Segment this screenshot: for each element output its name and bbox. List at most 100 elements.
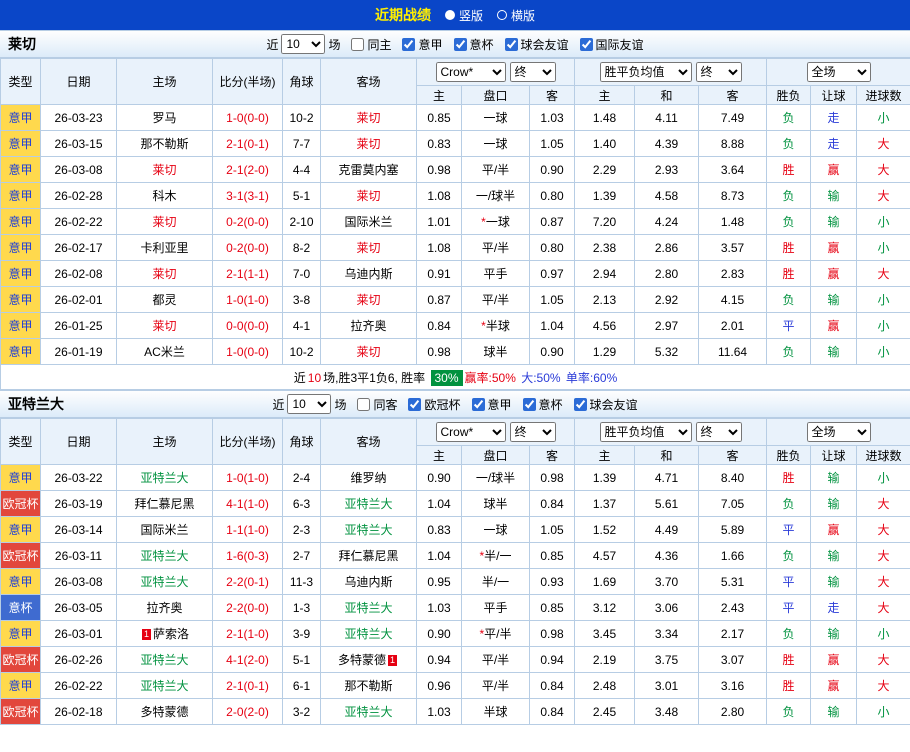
home-handicap-odds-cell: 0.85 [416, 104, 462, 131]
filter-checkbox[interactable] [522, 397, 536, 411]
corners-cell: 2-3 [282, 516, 321, 543]
sub-column-header: 盘口 [461, 445, 530, 465]
score-cell: 0-2(0-0) [212, 208, 283, 235]
match-row: 意甲 26-03-14 国际米兰 1-1(1-0) 2-3 亚特兰大 0.83 一球 1.05 1… [0, 516, 910, 543]
league-cell: 意甲 [0, 104, 41, 131]
scope-select[interactable]: 全场 [806, 422, 871, 442]
result-overunder-cell: 小 [856, 620, 910, 647]
filter-option[interactable]: 欧冠杯 [408, 396, 461, 413]
home-handicap-odds-cell: 1.08 [416, 234, 462, 261]
filter-checkbox[interactable] [402, 37, 416, 51]
filter-option[interactable]: 同客 [357, 396, 397, 413]
home-handicap-odds-cell: 0.83 [416, 130, 462, 157]
away-win-odds-cell: 11.64 [698, 338, 768, 365]
handicap-line-cell: *平/半 [461, 620, 530, 647]
draw-odds-cell: 2.86 [634, 234, 700, 261]
wdl-average-select[interactable]: 胜平负均值 [599, 422, 692, 442]
filter-option[interactable]: 意杯 [453, 36, 494, 53]
league-cell: 意甲 [0, 260, 41, 287]
match-count-select[interactable]: 10 [287, 394, 332, 414]
handicap-text: 平/半 [484, 627, 512, 641]
date-cell: 26-02-18 [40, 698, 117, 725]
radio-icon[interactable] [497, 10, 507, 20]
handicap-line-cell: *半球 [461, 312, 530, 339]
sub-column-header: 进球数 [856, 85, 910, 105]
wdl-average-select[interactable]: 胜平负均值 [599, 62, 692, 82]
sub-column-header: 胜负 [766, 85, 812, 105]
league-cell: 意甲 [0, 620, 41, 647]
odds-stage-select[interactable]: 终 [509, 62, 556, 82]
filter-checkbox[interactable] [579, 37, 593, 51]
home-win-odds-cell: 2.19 [574, 646, 636, 673]
bookmaker-select[interactable]: Crow* [435, 62, 506, 82]
radio-icon[interactable] [444, 10, 455, 20]
column-header: 比分(半场) [212, 418, 283, 465]
radio-horizontal-layout[interactable]: 横版 [497, 7, 535, 24]
scope-select[interactable]: 全场 [806, 62, 871, 82]
filter-checkbox[interactable] [573, 397, 587, 411]
bookmaker-select[interactable]: Crow* [435, 422, 506, 442]
home-win-odds-cell: 1.52 [574, 516, 636, 543]
league-cell: 欧冠杯 [0, 698, 41, 725]
league-cell: 意甲 [0, 338, 41, 365]
wdl-stage-select[interactable]: 终 [695, 422, 742, 442]
filter-label: 同客 [373, 397, 398, 412]
home-handicap-odds-cell: 1.03 [416, 594, 462, 621]
corners-cell: 3-9 [282, 620, 321, 647]
match-count-select[interactable]: 10 [281, 34, 326, 54]
filter-option[interactable]: 国际友谊 [579, 36, 644, 53]
home-win-odds-cell: 3.12 [574, 594, 636, 621]
result-handicap-cell: 输 [810, 698, 858, 725]
match-row: 意甲 26-03-08 亚特兰大 2-2(0-1) 11-3 乌迪内斯 0.95 半/一 0.9… [0, 568, 910, 595]
radio-vertical-layout[interactable]: 竖版 [444, 7, 483, 24]
home-win-odds-cell: 1.39 [574, 182, 636, 209]
match-row: 意甲 26-02-17 卡利亚里 0-2(0-0) 8-2 莱切 1.08 平/半 0.80 2.… [0, 234, 910, 261]
summary-text: 近 [293, 370, 306, 385]
team-label: 克雷莫内塞 [338, 163, 399, 177]
filter-option[interactable]: 意甲 [471, 396, 512, 413]
away-handicap-odds-cell: 0.85 [528, 542, 576, 569]
sub-column-header: 主 [574, 445, 636, 465]
filter-checkbox[interactable] [408, 397, 422, 411]
filter-option[interactable]: 意杯 [522, 396, 563, 413]
sub-column-header: 主 [416, 85, 462, 105]
match-row: 意甲 26-02-22 亚特兰大 2-1(0-1) 6-1 那不勒斯 0.96 平/半 0.84… [0, 672, 910, 699]
column-header: 日期 [40, 418, 117, 465]
draw-odds-cell: 3.01 [634, 672, 700, 699]
win-rate-badge: 30% [430, 369, 463, 386]
draw-odds-cell: 3.34 [634, 620, 700, 647]
away-handicap-odds-cell: 1.03 [528, 104, 576, 131]
team-label: 罗马 [152, 111, 177, 125]
corners-cell: 10-2 [282, 338, 321, 365]
away-win-odds-cell: 2.17 [698, 620, 768, 647]
filter-option[interactable]: 意甲 [402, 36, 443, 53]
sub-column-header: 和 [634, 445, 700, 465]
wdl-stage-select[interactable]: 终 [695, 62, 742, 82]
filter-option[interactable]: 球会友谊 [504, 36, 569, 53]
result-overunder-cell: 大 [856, 156, 910, 183]
result-wdl-cell: 负 [766, 542, 812, 569]
filter-checkbox[interactable] [351, 37, 365, 51]
home-handicap-odds-cell: 0.95 [416, 568, 462, 595]
filter-checkbox[interactable] [453, 37, 467, 51]
filter-option[interactable]: 同主 [351, 36, 391, 53]
away-team-cell: 莱切 [320, 338, 417, 365]
column-header: 角球 [282, 58, 321, 105]
result-wdl-cell: 负 [766, 182, 812, 209]
draw-odds-cell: 4.71 [634, 464, 700, 491]
away-handicap-odds-cell: 0.87 [528, 208, 576, 235]
odds-stage-select[interactable]: 终 [509, 422, 556, 442]
home-team-cell: 卡利亚里 [116, 234, 213, 261]
corners-cell: 10-2 [282, 104, 321, 131]
filter-checkbox[interactable] [504, 37, 518, 51]
team-label: 科木 [152, 189, 177, 203]
draw-odds-cell: 3.48 [634, 698, 700, 725]
filter-checkbox[interactable] [471, 397, 485, 411]
away-handicap-odds-cell: 1.05 [528, 516, 576, 543]
summary-cell: 近 10 场,胜3平1负6, 胜率 30% 赢率:50% 大:50% 单率:60% [0, 364, 910, 390]
score-cell: 2-1(1-0) [212, 620, 283, 647]
wdl-odds-group-header: 胜平负均值终 [574, 58, 768, 86]
team-label: 莱切 [152, 215, 177, 229]
filter-option[interactable]: 球会友谊 [573, 396, 638, 413]
filter-checkbox[interactable] [357, 397, 371, 411]
